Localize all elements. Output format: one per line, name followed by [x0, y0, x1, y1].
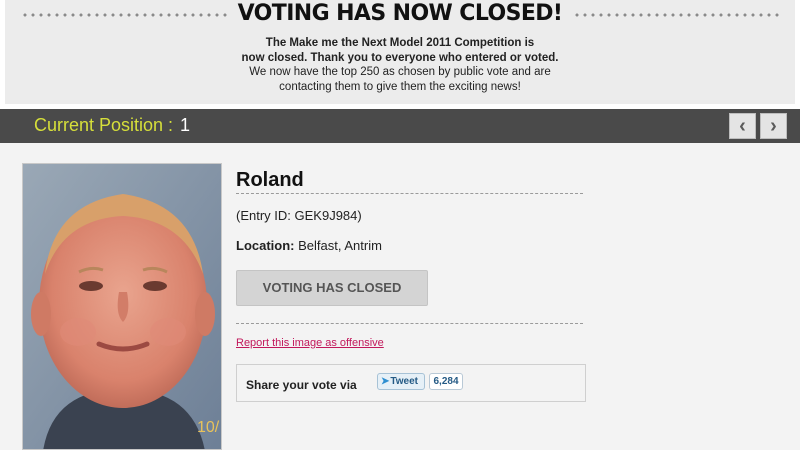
banner-line-4: contacting them to give them the excitin…: [279, 80, 521, 93]
location-label: Location:: [236, 238, 295, 253]
share-label: Share your vote via: [246, 378, 357, 392]
banner-message: The Make me the Next Model 2011 Competit…: [5, 36, 795, 94]
banner-title-row: VOTING HAS NOW CLOSED!: [5, 0, 795, 30]
next-entry-button[interactable]: ›: [760, 113, 787, 139]
tweet-count: 6,284: [429, 373, 463, 390]
tweet-label: Tweet: [390, 376, 418, 387]
tweet-button[interactable]: ➤Tweet: [377, 373, 425, 390]
banner-line-1: The Make me the Next Model 2011 Competit…: [265, 37, 535, 49]
report-image-link[interactable]: Report this image as offensive: [236, 337, 384, 349]
actions-divider: [236, 323, 583, 324]
photo-caption: 10/: [197, 419, 220, 436]
entrant-name: Roland: [236, 169, 304, 191]
current-position-value: 1: [180, 115, 191, 135]
entrant-photo: 10/: [22, 163, 222, 450]
current-position-bar: Current Position : 1 ‹ ›: [0, 109, 800, 143]
previous-entry-button[interactable]: ‹: [729, 113, 756, 139]
entry-panel: 10/ Roland (Entry ID: GEK9J984) Location…: [0, 143, 800, 450]
dotted-divider-right: [573, 13, 779, 17]
location-value: Belfast, Antrim: [298, 238, 382, 253]
current-position-label: Current Position :: [34, 115, 174, 135]
chevron-left-icon: ‹: [739, 115, 746, 137]
name-divider: [236, 193, 583, 194]
banner-line-3: We now have the top 250 as chosen by pub…: [249, 66, 551, 78]
entrant-location: Location: Belfast, Antrim: [236, 238, 382, 253]
entry-id: (Entry ID: GEK9J984): [236, 208, 362, 223]
twitter-bird-icon: ➤: [381, 376, 390, 387]
dotted-divider-left: [21, 13, 227, 17]
voting-closed-button[interactable]: VOTING HAS CLOSED: [236, 270, 428, 306]
share-vote-box: Share your vote via ➤Tweet 6,284: [236, 364, 586, 402]
chevron-right-icon: ›: [770, 115, 777, 137]
entrant-photo-image: 10/: [23, 164, 221, 449]
voting-closed-banner: VOTING HAS NOW CLOSED! The Make me the N…: [5, 0, 795, 104]
banner-title: VOTING HAS NOW CLOSED!: [237, 1, 563, 26]
banner-line-2: now closed. Thank you to everyone who en…: [241, 51, 559, 64]
